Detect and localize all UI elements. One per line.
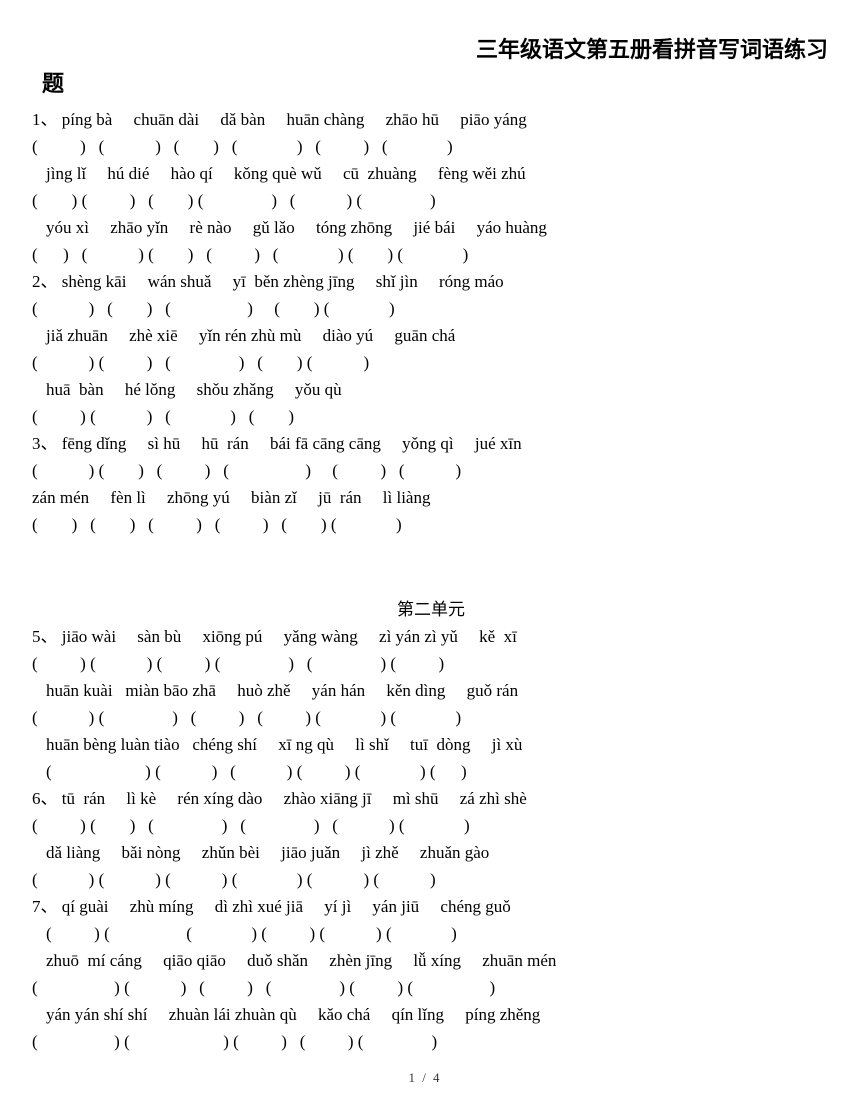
answer-blank-row[interactable]: ( ) ( ) ( ) ( ) ( ) ( ) bbox=[32, 812, 830, 839]
unit-heading: 第二单元 bbox=[397, 600, 465, 619]
pinyin-line: yán yán shí shí zhuàn lái zhuàn qù kǎo c… bbox=[46, 1005, 541, 1024]
pinyin-line: zhuō mí cáng qiāo qiāo duǒ shǎn zhèn jīn… bbox=[46, 951, 557, 970]
title-block: 三年级语文第五册看拼音写词语练习 题 bbox=[0, 0, 850, 102]
pinyin-line: 2、 shèng kāi wán shuǎ yī běn zhèng jīng … bbox=[32, 272, 504, 291]
answer-blank-row[interactable]: ( ) ( ) ( ) ( ) ( ) ( ) bbox=[32, 650, 830, 677]
pinyin-line: huā bàn hé lǒng shǒu zhǎng yǒu qù bbox=[46, 380, 342, 399]
answer-blank-row[interactable]: ( ) ( ) ( ) ( ) bbox=[32, 403, 830, 430]
exercise-group-3: 3、 fēng dǐng sì hū hū rán bái fā cāng cā… bbox=[32, 430, 830, 538]
page-title: 三年级语文第五册看拼音写词语练习 题 bbox=[42, 34, 828, 102]
pinyin-line: dǎ liàng bǎi nòng zhǔn bèi jiāo juǎn jì … bbox=[46, 843, 490, 862]
pinyin-line: 3、 fēng dǐng sì hū hū rán bái fā cāng cā… bbox=[32, 434, 522, 453]
exercise-group-7: 7、 qí guài zhù míng dì zhì xué jiā yí jì… bbox=[32, 893, 830, 1055]
answer-blank-row[interactable]: ( ) ( ) ( ) ( ) ( ) bbox=[32, 349, 830, 376]
answer-blank-row[interactable]: ( ) ( ) ( ) ( ) ( ) ( ) bbox=[32, 866, 830, 893]
answer-blank-row[interactable]: ( ) ( ) ( ) ( ) ( ) ( ) bbox=[32, 511, 830, 538]
answer-blank-row[interactable]: ( ) ( ) ( ) ( ) ( ) ( ) bbox=[32, 974, 830, 1001]
worksheet-page: 三年级语文第五册看拼音写词语练习 题 1、 píng bà chuān dài … bbox=[0, 0, 850, 1100]
exercise-group-6: 6、 tū rán lì kè rén xíng dào zhào xiāng … bbox=[32, 785, 830, 893]
worksheet-content: 1、 píng bà chuān dài dǎ bàn huān chàng z… bbox=[0, 102, 850, 1055]
answer-blank-row[interactable]: ( ) ( ) ( ) ( ) ( ) bbox=[32, 295, 830, 322]
pinyin-line: huān bèng luàn tiào chéng shí xī ng qù l… bbox=[46, 735, 523, 754]
answer-blank-row[interactable]: ( ) ( ) ( ) ( ) ( ) ( ) bbox=[32, 704, 830, 731]
answer-blank-row[interactable]: ( ) ( ) ( ) ( ) ( ) ( ) bbox=[32, 187, 830, 214]
pinyin-line: 1、 píng bà chuān dài dǎ bàn huān chàng z… bbox=[32, 110, 527, 129]
pinyin-line: jiǎ zhuān zhè xiē yǐn rén zhù mù diào yú… bbox=[46, 326, 456, 345]
answer-blank-row[interactable]: ( ) ( ) ( ) ( ) ( ) ( ) bbox=[32, 457, 830, 484]
pinyin-line: 7、 qí guài zhù míng dì zhì xué jiā yí jì… bbox=[32, 897, 511, 916]
answer-blank-row[interactable]: ( ) ( ) ( ) ( ) ( ) ( ) ( ) bbox=[32, 241, 830, 268]
pinyin-line: zán mén fèn lì zhōng yú biàn zǐ jū rán l… bbox=[32, 488, 431, 507]
exercise-group-5: 5、 jiāo wài sàn bù xiōng pú yǎng wàng zì… bbox=[32, 623, 830, 785]
page-title-tail: 题 bbox=[42, 72, 65, 97]
answer-blank-row[interactable]: ( ) ( ) ( ) ( ) ( ) ( ) bbox=[32, 133, 830, 160]
answer-blank-row[interactable]: ( ) ( ( ) ( ) ( ) ( ) bbox=[32, 920, 830, 947]
pinyin-line: yóu xì zhāo yǐn rè nào gǔ lǎo tóng zhōng… bbox=[46, 218, 547, 237]
pinyin-line: 6、 tū rán lì kè rén xíng dào zhào xiāng … bbox=[32, 789, 527, 808]
pinyin-line: jìng lǐ hú dié hào qí kǒng què wǔ cū zhu… bbox=[46, 164, 526, 183]
page-title-line1: 三年级语文第五册看拼音写词语练习 bbox=[475, 38, 828, 63]
pinyin-line: 5、 jiāo wài sàn bù xiōng pú yǎng wàng zì… bbox=[32, 627, 517, 646]
answer-blank-row[interactable]: ( ) ( ) ( ) ( ) ( ) ( ) bbox=[32, 758, 830, 785]
exercise-group-1: 1、 píng bà chuān dài dǎ bàn huān chàng z… bbox=[32, 106, 830, 268]
pinyin-line: huān kuài miàn bāo zhā huò zhě yán hán k… bbox=[46, 681, 519, 700]
page-footer: 1 / 4 bbox=[408, 1070, 442, 1085]
exercise-group-2: 2、 shèng kāi wán shuǎ yī běn zhèng jīng … bbox=[32, 268, 830, 430]
answer-blank-row[interactable]: ( ) ( ) ( ) ( ) ( ) bbox=[32, 1028, 830, 1055]
